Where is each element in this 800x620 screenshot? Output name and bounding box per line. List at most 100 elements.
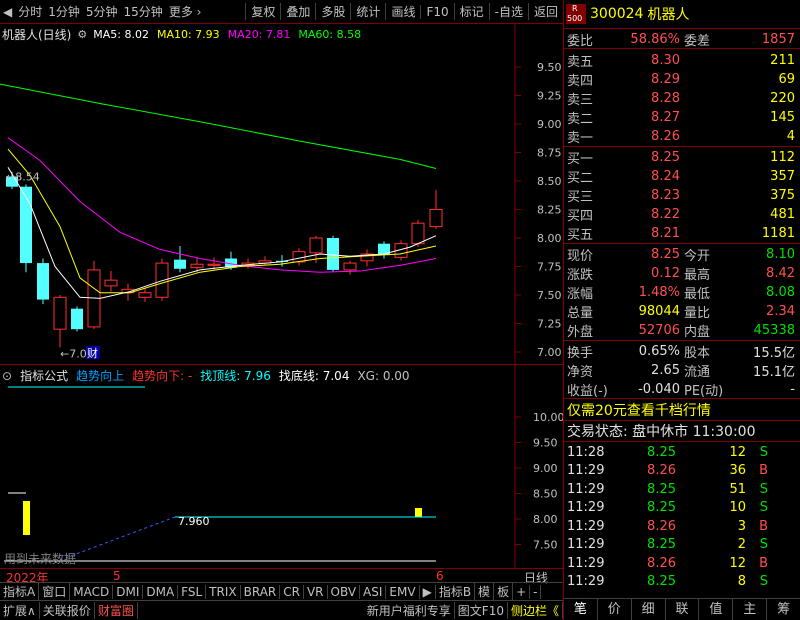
signal-bar: [23, 501, 30, 535]
quote-value: 8.08: [766, 285, 795, 300]
ext-right-tab-0[interactable]: 新用户福利专享: [364, 601, 455, 619]
right-tab-2[interactable]: 细: [632, 599, 666, 620]
bid-row[interactable]: 买一 8.25 112: [564, 148, 800, 167]
indicator-tab-7[interactable]: BRAR: [241, 584, 281, 599]
right-tab-6[interactable]: 筹: [767, 599, 800, 620]
indicator-tab-9[interactable]: VR: [304, 584, 328, 599]
indicator-tab-12[interactable]: EMV: [386, 584, 420, 599]
x-axis: 2022年 5 6 日线: [0, 568, 563, 585]
indicator-panel[interactable]: ⊙ 指标公式 趋势向上 趋势向下: - 找顶线: 7.96 找底线: 7.04 XG: …: [0, 364, 563, 569]
tool-item-6[interactable]: 标记: [453, 3, 489, 20]
right-tab-5[interactable]: 主: [733, 599, 768, 620]
quote-value: 98044: [638, 304, 680, 319]
right-tab-4[interactable]: 值: [699, 599, 734, 620]
finance-event-badge[interactable]: 财: [86, 346, 100, 360]
candle-body-down: [71, 308, 83, 330]
quote-row: 涨幅 1.48% 最低 8.08: [564, 283, 800, 302]
kline-panel[interactable]: 机器人(日线) ⚙ MA5: 8.02 MA10: 7.93 MA20: 7.81 M…: [0, 24, 563, 364]
quote-label: 现价: [567, 249, 594, 264]
tool-item-4[interactable]: 画线: [385, 3, 420, 20]
tool-item-3[interactable]: 统计: [350, 3, 385, 20]
quote-label: 外盘: [567, 325, 594, 340]
bid-row[interactable]: 买三 8.23 375: [564, 186, 800, 205]
indicator-tab-14[interactable]: 指标B: [436, 583, 476, 600]
trade-price: 8.26: [647, 518, 676, 534]
stock-header: R 500 300024 机器人: [564, 2, 800, 26]
indicator-tab-16[interactable]: 板: [494, 583, 514, 600]
indicator-tab-3[interactable]: DMI: [113, 584, 144, 599]
indicator-tab-2[interactable]: MACD: [70, 584, 114, 599]
ask-label: 卖五: [567, 55, 594, 70]
nav-item-2[interactable]: 1分钟: [45, 3, 83, 20]
bid-volume: 1181: [761, 226, 795, 241]
indicator-axis-label: 10.00: [533, 411, 563, 424]
indicator-tab-8[interactable]: CR: [280, 584, 304, 599]
indicator-tab-17[interactable]: +: [513, 584, 531, 599]
tool-item-5[interactable]: F10: [420, 4, 453, 19]
quote-value: 8.10: [766, 247, 795, 262]
bid-row[interactable]: 买二 8.24 357: [564, 167, 800, 186]
nav-item-4[interactable]: 15分钟: [121, 3, 166, 20]
tool-item-2[interactable]: 多股: [315, 3, 350, 20]
extension-bar: 扩展∧ 关联报价 财富圈 新用户福利专享 图文F10 侧边栏《: [0, 600, 563, 619]
nav-item-0[interactable]: ◀: [0, 5, 15, 19]
tool-item-0[interactable]: 复权: [245, 3, 280, 20]
right-tab-3[interactable]: 联: [666, 599, 700, 620]
ext-tab-1[interactable]: 关联报价: [40, 601, 95, 619]
indicator-tab-18[interactable]: -: [530, 584, 542, 599]
tool-item-8[interactable]: 返回: [527, 3, 563, 20]
quote-label: 最高: [684, 268, 711, 283]
indicator-tab-0[interactable]: 指标A: [0, 583, 40, 600]
bid-row[interactable]: 买五 8.21 1181: [564, 224, 800, 243]
indicator-tab-1[interactable]: 窗口: [39, 583, 71, 600]
divider: [564, 243, 800, 244]
ask-price: 8.30: [651, 53, 680, 68]
bid-row[interactable]: 买四 8.22 481: [564, 205, 800, 224]
right-tab-1[interactable]: 价: [598, 599, 632, 620]
quote-label: 最低: [684, 287, 711, 302]
bid-label: 买一: [567, 152, 594, 167]
indicator-tab-4[interactable]: DMA: [143, 584, 179, 599]
promo-link[interactable]: 仅需20元查看千档行情: [564, 400, 800, 419]
quote-value: 1.48%: [638, 285, 680, 300]
nav-item-5[interactable]: 更多 ›: [166, 3, 205, 20]
indicator-tab-11[interactable]: ASI: [360, 584, 387, 599]
ext-right-tab-2[interactable]: 侧边栏《: [508, 601, 563, 619]
ma60-line: [0, 83, 437, 169]
indicator-tabs: 指标A 窗口 MACD DMI DMA FSL TRIX BRAR CR VR OBV ASI EMV ▶…: [0, 582, 563, 600]
tool-item-1[interactable]: 叠加: [280, 3, 315, 20]
quote-value: 2.65: [651, 363, 680, 378]
trade-volume: 2: [737, 537, 746, 552]
indicator-chart: 10.00 9.50 9.00 8.50 8.00 7.50 7.960 用到未来数据: [4, 365, 563, 569]
ext-right-tab-1[interactable]: 图文F10: [455, 601, 508, 619]
nav-item-3[interactable]: 5分钟: [83, 3, 121, 20]
nav-item-1[interactable]: 分时: [15, 3, 45, 20]
ask-row[interactable]: 卖五 8.30 211: [564, 51, 800, 70]
price-axis-label: 7.25: [537, 318, 562, 331]
trade-time: 11:29: [567, 537, 605, 552]
trade-price: 8.26: [647, 463, 676, 478]
indicator-tab-10[interactable]: OBV: [328, 584, 361, 599]
indicator-tab-15[interactable]: 模: [475, 583, 495, 600]
ext-tab-0[interactable]: 扩展∧: [0, 601, 40, 619]
indicator-tab-13[interactable]: ▶: [420, 584, 436, 599]
trade-volume: 10: [729, 500, 746, 515]
indicator-tab-6[interactable]: TRIX: [206, 584, 241, 599]
quote-value: 45338: [753, 323, 795, 338]
candle-body-up: [411, 222, 425, 245]
indicator-tab-5[interactable]: FSL: [178, 584, 207, 599]
ask-row[interactable]: 卖三 8.28 220: [564, 89, 800, 108]
trade-direction: B: [759, 555, 768, 571]
trade-volume: 36: [729, 463, 746, 478]
right-tab-0[interactable]: 笔: [564, 599, 598, 620]
candle-body-up: [53, 296, 67, 330]
ask-row[interactable]: 卖二 8.27 145: [564, 108, 800, 127]
ext-tab-2[interactable]: 财富圈: [95, 601, 138, 619]
quote-label: 股本: [684, 346, 711, 361]
ask-row[interactable]: 卖一 8.26 4: [564, 127, 800, 146]
candle-body-down: [20, 186, 32, 264]
ask-row[interactable]: 卖四 8.29 69: [564, 70, 800, 89]
tool-item-7[interactable]: -自选: [488, 3, 528, 20]
quote-row: 外盘 52706 内盘 45338: [564, 321, 800, 340]
divider: [564, 28, 800, 29]
